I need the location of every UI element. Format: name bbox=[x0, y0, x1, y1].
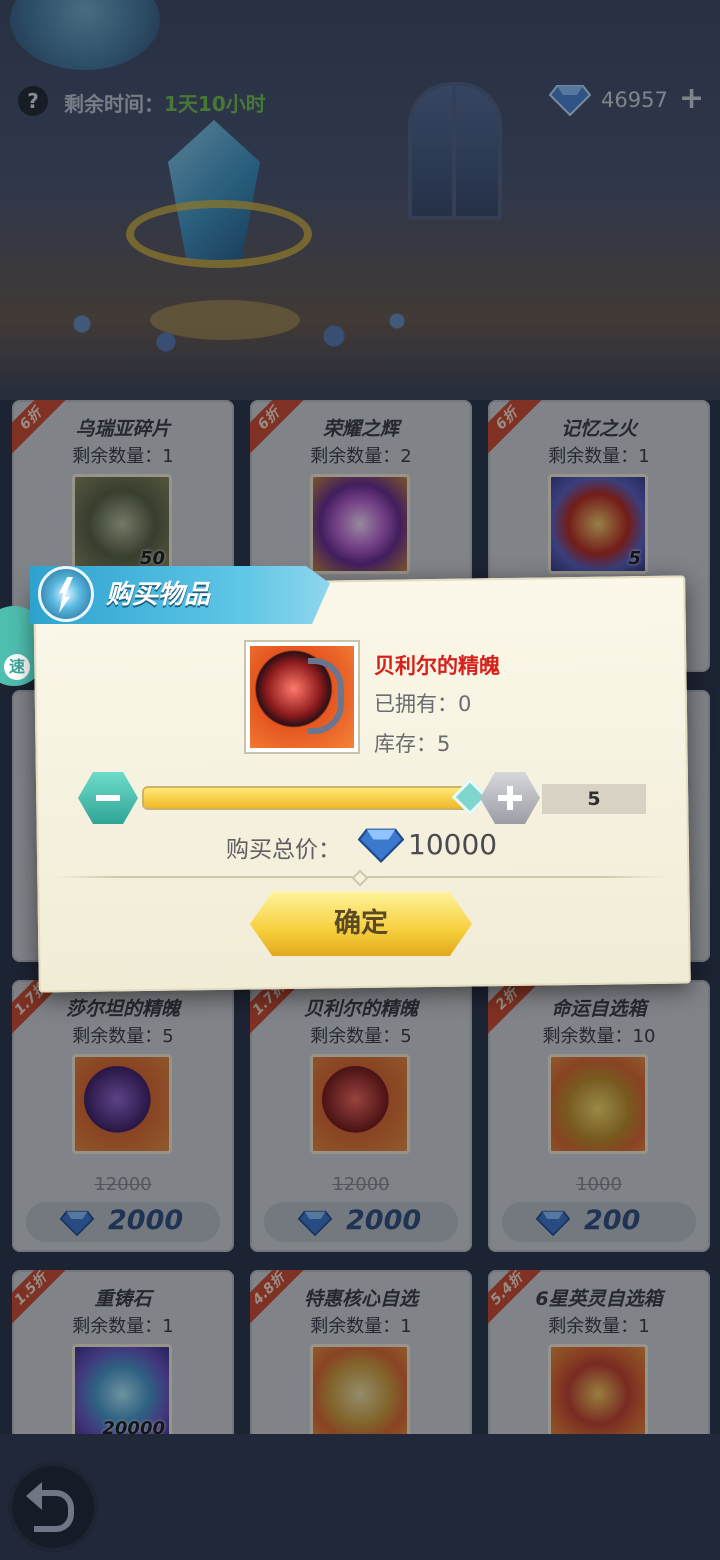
shop-screen: ? 剩余时间：1天10小时 46957 + 6折 乌瑞亚碎片 剩余数量：1 50… bbox=[0, 0, 720, 1560]
lightning-icon bbox=[38, 566, 94, 622]
confirm-button[interactable]: 确定 bbox=[250, 892, 472, 956]
dialog-item-stock: 库存：5 bbox=[374, 732, 451, 756]
diamond-icon bbox=[358, 828, 404, 863]
dialog-divider bbox=[56, 876, 664, 878]
total-price-value: 10000 bbox=[408, 828, 498, 861]
total-price-label: 购买总价： bbox=[226, 837, 341, 863]
slider-fill bbox=[144, 788, 470, 808]
red-essence-icon bbox=[250, 646, 354, 748]
dialog-item-name: 贝利尔的精魄 bbox=[374, 654, 500, 678]
dialog-item-owned: 已拥有：0 bbox=[374, 692, 472, 716]
speed-badge-label: 速 bbox=[4, 654, 30, 680]
quantity-slider[interactable] bbox=[142, 778, 489, 816]
minus-icon bbox=[96, 795, 120, 801]
quantity-field[interactable]: 5 bbox=[542, 784, 646, 814]
dialog-title: 购买物品 bbox=[106, 580, 211, 610]
